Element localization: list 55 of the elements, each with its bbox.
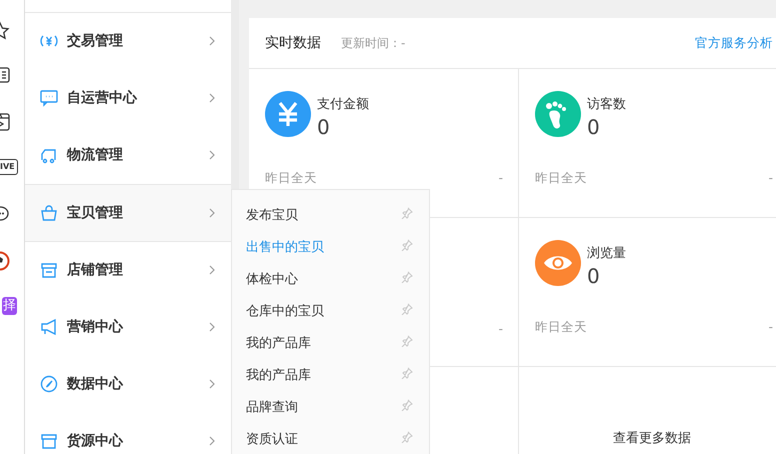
chevron-right-icon xyxy=(209,208,215,218)
yesterday-value: - xyxy=(768,170,773,187)
sidebar-item[interactable]: 货源中心 xyxy=(25,413,231,454)
box-icon xyxy=(40,432,58,450)
compass-icon xyxy=(40,375,58,393)
sidebar-item[interactable]: 数据中心 xyxy=(25,356,231,413)
app-badge[interactable]: 择 xyxy=(2,297,17,315)
sidebar-item[interactable]: 宝贝管理 xyxy=(25,184,231,242)
chevron-right-icon xyxy=(209,436,215,446)
chevron-right-icon xyxy=(209,379,215,389)
chevron-right-icon xyxy=(209,322,215,332)
bag-icon xyxy=(40,204,58,222)
sidebar-item[interactable]: 物流管理 xyxy=(25,127,231,184)
more-data-link[interactable]: 查看更多数据 xyxy=(613,429,691,447)
chevron-right-icon xyxy=(209,265,215,275)
pin-icon[interactable] xyxy=(401,303,413,315)
chevron-right-icon xyxy=(209,93,215,103)
yesterday-label: 昨日全天 xyxy=(535,170,587,187)
sidebar-item[interactable]: 自运营中心 xyxy=(25,70,231,127)
submenu-item[interactable]: 仓库中的宝贝 xyxy=(232,295,429,327)
yesterday-value: - xyxy=(768,319,773,336)
yesterday-value: - xyxy=(498,321,503,336)
pin-icon[interactable] xyxy=(401,271,413,283)
metric-label: 浏览量 xyxy=(587,245,626,262)
sidebar-item[interactable]: 交易管理 xyxy=(25,13,231,70)
pin-icon[interactable] xyxy=(401,431,413,443)
pin-icon[interactable] xyxy=(401,239,413,251)
metric-value: 0 xyxy=(587,115,601,139)
submenu-item[interactable]: 发布宝贝 xyxy=(232,199,429,231)
metric-value: 0 xyxy=(587,264,601,288)
submenu-item[interactable]: 品牌查询 xyxy=(232,391,429,423)
megaphone-icon xyxy=(40,318,58,336)
metric-label: 支付金额 xyxy=(317,96,369,113)
pin-icon[interactable] xyxy=(401,335,413,347)
submenu-item[interactable]: 我的产品库 xyxy=(232,359,429,391)
yesterday-value: - xyxy=(498,170,503,187)
submenu-item[interactable]: 体检中心 xyxy=(232,263,429,295)
metric-value: 0 xyxy=(317,115,331,139)
card-title: 实时数据 xyxy=(265,34,321,52)
update-time: 更新时间：- xyxy=(341,34,406,52)
chevron-right-icon xyxy=(209,150,215,160)
metric-label: 访客数 xyxy=(587,96,626,113)
pin-icon[interactable] xyxy=(401,399,413,411)
chat-icon xyxy=(40,89,58,107)
pin-icon[interactable] xyxy=(401,207,413,219)
sidebar-item[interactable]: 营销中心 xyxy=(25,299,231,356)
pin-icon[interactable] xyxy=(401,367,413,379)
sidebar-item[interactable]: 店铺管理 xyxy=(25,242,231,299)
live-badge[interactable]: IVE xyxy=(0,159,18,175)
submenu-item[interactable]: 我的产品库 xyxy=(232,327,429,359)
yesterday-label: 昨日全天 xyxy=(535,319,587,336)
store-icon xyxy=(40,261,58,279)
submenu-item[interactable]: 资质认证 xyxy=(232,423,429,454)
yesterday-label: 昨日全天 xyxy=(265,170,317,187)
chevron-right-icon xyxy=(209,36,215,46)
